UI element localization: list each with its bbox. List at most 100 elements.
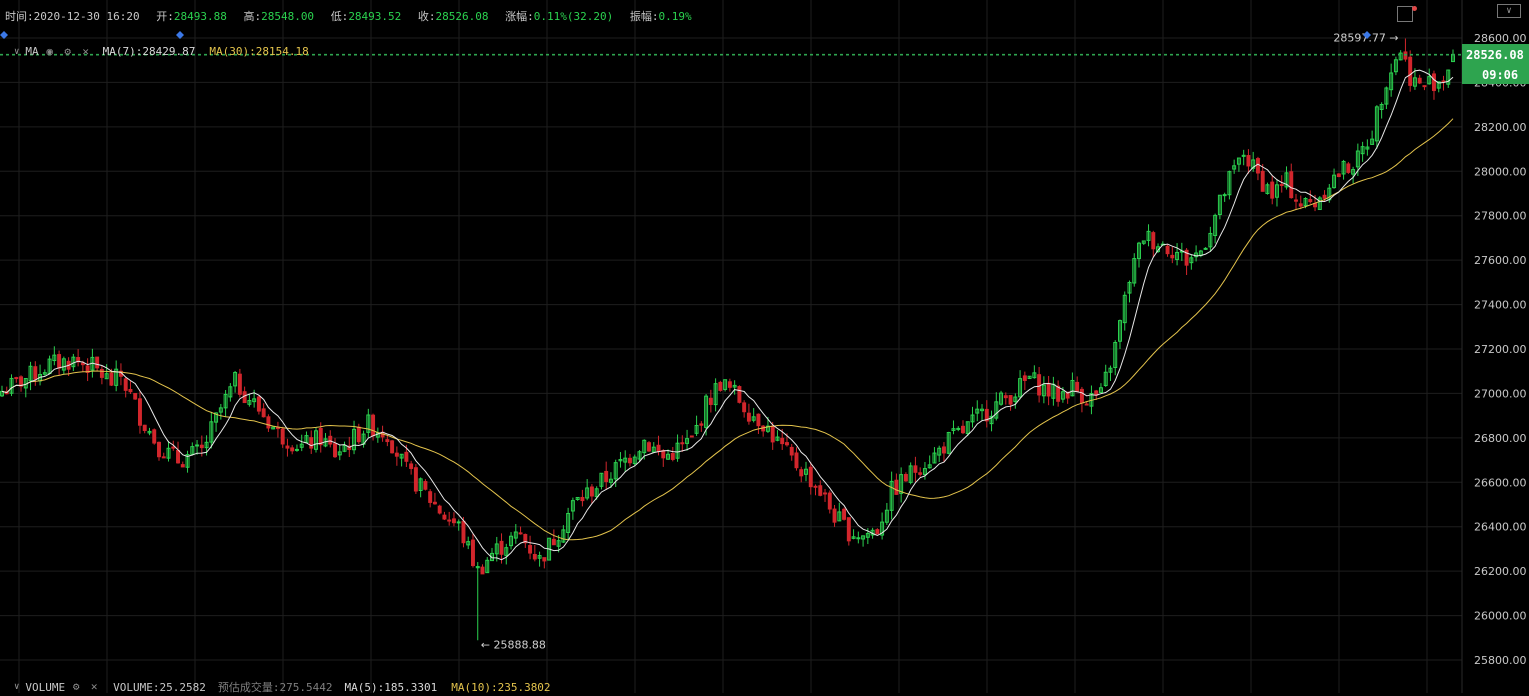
change-value: 0.11%(32.20): [533, 10, 614, 23]
candle-body: [1075, 381, 1080, 392]
candle-body: [756, 413, 761, 427]
eye-icon[interactable]: ◉: [43, 45, 57, 58]
candle-body: [808, 466, 813, 488]
candle-body: [413, 467, 418, 492]
notification-dot: [1412, 6, 1417, 11]
candle-body: [99, 368, 104, 378]
y-tick-label: 28000.00: [1474, 165, 1527, 178]
y-tick-label: 27400.00: [1474, 299, 1527, 312]
candle-body: [1079, 388, 1084, 404]
candle-body: [813, 485, 818, 488]
volume-ma5-value: MA(5):185.3301: [344, 680, 438, 694]
chart-grid: [0, 0, 1462, 693]
candle-body: [356, 426, 361, 443]
candle-body: [689, 435, 694, 438]
candlestick-chart[interactable]: 28600.0028400.0028200.0028000.0027800.00…: [0, 0, 1529, 693]
candle-body: [832, 508, 837, 523]
notification-icon[interactable]: [1397, 6, 1413, 22]
candle-body: [589, 486, 594, 497]
ma7-value: MA(7):28429.87: [102, 45, 196, 58]
candle-body: [727, 381, 732, 388]
candle-body: [1294, 199, 1298, 202]
candle-body: [95, 356, 100, 369]
candle-body: [1308, 199, 1313, 203]
close-icon[interactable]: ✕: [87, 681, 101, 693]
candle-body: [1056, 385, 1061, 402]
candle-body: [1022, 375, 1027, 381]
candle-body: [627, 457, 632, 464]
estimated-volume-value: 275.5442: [279, 680, 333, 694]
candle-body: [784, 442, 789, 446]
low-label: 低:: [330, 10, 349, 23]
candle-body: [133, 393, 138, 400]
candle-body: [894, 479, 899, 495]
candle-body: [1046, 382, 1051, 397]
candle-body: [266, 416, 271, 429]
candle-body: [256, 396, 261, 412]
candle-body: [428, 491, 433, 503]
candle-body: [661, 450, 666, 459]
candle-body: [404, 451, 409, 462]
candle-body: [818, 485, 823, 496]
candle-body: [280, 428, 285, 445]
y-tick-label: 28200.00: [1474, 121, 1527, 134]
candle-body: [542, 557, 547, 562]
candle-body: [518, 532, 523, 535]
candle-body: [670, 453, 675, 460]
volume-collapse-toggle[interactable]: ∨: [14, 682, 19, 692]
candle-body: [290, 447, 295, 452]
settings-icon[interactable]: ⚙: [61, 45, 75, 58]
ma30-line: [1, 118, 1454, 541]
candle-body: [918, 472, 923, 475]
y-tick-label: 26600.00: [1474, 476, 1527, 489]
candle-body: [451, 518, 456, 524]
candle-body: [409, 463, 414, 469]
candle-body: [261, 408, 266, 418]
candle-body: [1084, 403, 1089, 406]
candle-body: [708, 397, 713, 405]
candle-body: [480, 566, 485, 575]
candle-body: [794, 452, 799, 469]
low-value: 28493.52: [348, 10, 402, 23]
volume-ma10-value: MA(10):235.3802: [451, 680, 551, 694]
candle-body: [699, 423, 704, 426]
candle-body: [1260, 170, 1265, 192]
settings-icon[interactable]: ⚙: [69, 681, 83, 693]
candle-body: [318, 427, 323, 446]
candle-body: [461, 520, 466, 544]
current-price-tag: 28526.08: [1462, 44, 1529, 66]
high-label: 高:: [243, 10, 262, 23]
candle-body: [390, 440, 395, 454]
chart-stage[interactable]: 28600.0028400.0028200.0028000.0027800.00…: [0, 0, 1529, 694]
chevron-down-icon[interactable]: ∨: [1497, 4, 1521, 18]
candle-body: [137, 398, 142, 426]
candle-body: [737, 386, 742, 403]
candle-body: [1222, 194, 1227, 197]
candle-body: [1151, 232, 1156, 250]
candle-body: [961, 425, 965, 434]
candle-body: [423, 481, 428, 490]
candle-body: [742, 402, 747, 413]
close-value: 28526.08: [435, 10, 489, 23]
ma-indicator-bar: ∨ MA ◉ ⚙ ✕ MA(7):28429.87 MA(30):28154.1…: [14, 45, 309, 58]
candle-body: [956, 427, 961, 430]
time-label: 时间:: [5, 10, 34, 23]
y-tick-label: 25800.00: [1474, 654, 1527, 667]
candle-body: [532, 553, 537, 560]
candle-body: [718, 381, 723, 391]
candle-body: [385, 439, 390, 443]
candle-body: [1270, 181, 1275, 199]
candle-body: [109, 372, 114, 386]
candle-body: [1255, 158, 1260, 174]
ma-collapse-toggle[interactable]: ∨: [14, 47, 19, 57]
candle-body: [394, 452, 399, 457]
candle-body: [770, 425, 775, 443]
close-icon[interactable]: ✕: [79, 45, 93, 58]
candle-body: [161, 456, 166, 459]
ma30-value: MA(30):28154.18: [209, 45, 309, 58]
candle-body: [528, 545, 533, 554]
candle-body: [604, 470, 609, 483]
candle-body: [309, 437, 314, 449]
candle-body: [1422, 85, 1427, 88]
ohlc-info-bar: 时间:2020-12-30 16:20 开:28493.88 高:28548.0…: [5, 8, 702, 24]
